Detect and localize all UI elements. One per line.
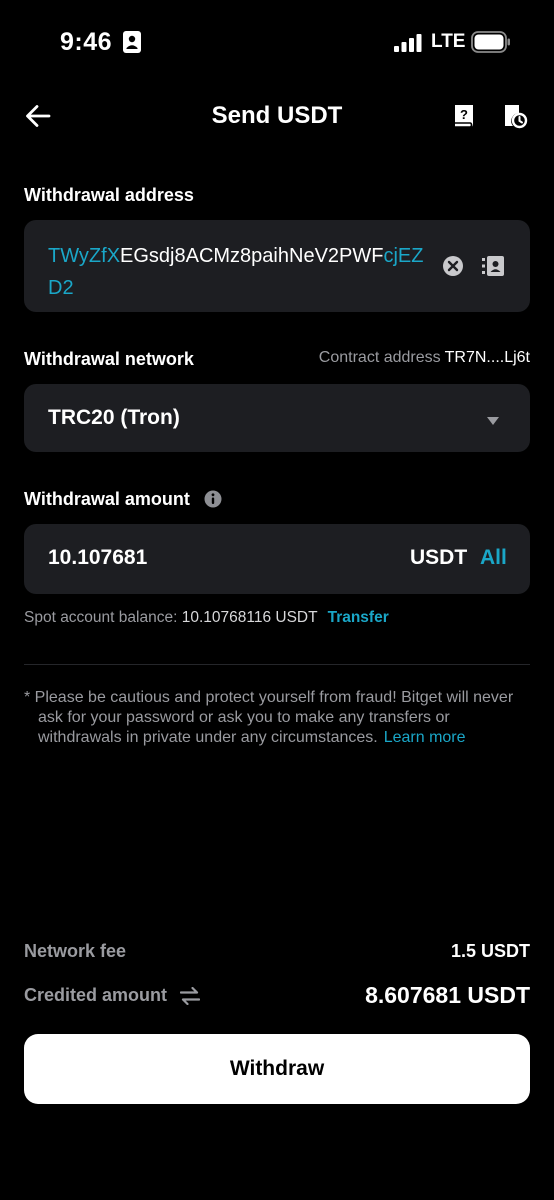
svg-text:?: ? <box>460 107 468 122</box>
battery-icon <box>471 31 511 58</box>
header: Send USDT ? <box>0 96 554 138</box>
network-fee-value: 1.5 USDT <box>450 941 530 961</box>
swap-icon[interactable] <box>179 986 201 1010</box>
withdrawal-network-label: Withdrawal network <box>24 349 194 369</box>
status-bar: 9:46 LTE <box>0 26 554 60</box>
status-time: 9:46 <box>60 28 113 56</box>
selected-network: TRC20 (Tron) <box>48 406 180 429</box>
clear-icon[interactable] <box>442 255 464 282</box>
id-card-icon <box>123 31 141 58</box>
transfer-link[interactable]: Transfer <box>328 609 389 626</box>
address-book-icon[interactable] <box>482 256 504 281</box>
send-usdt-screen: 9:46 LTE Send USDT ? Withdrawal address … <box>0 0 554 1200</box>
amount-input[interactable]: 10.107681 <box>48 546 147 570</box>
balance-label: Spot account balance: <box>24 609 178 626</box>
withdrawal-amount-label: Withdrawal amount <box>24 489 190 509</box>
signal-icon <box>394 34 422 57</box>
info-icon[interactable] <box>204 490 222 513</box>
contract-address-label: Contract address <box>318 349 441 366</box>
address-value[interactable]: TWyZfXEGsdj8ACMz8paihNeV2PWFcjEZD2 <box>48 240 428 304</box>
learn-more-link[interactable]: Learn more <box>384 729 466 746</box>
amount-unit: USDT <box>410 546 468 569</box>
network-selector[interactable]: TRC20 (Tron) <box>24 384 530 452</box>
history-icon[interactable] <box>502 103 528 134</box>
divider <box>24 664 530 665</box>
contract-address: Contract address TR7N....Lj6t <box>319 349 530 367</box>
withdrawal-address-label: Withdrawal address <box>24 185 194 205</box>
credited-amount-label: Credited amount <box>24 985 168 1005</box>
credited-amount-value: 8.607681 USDT <box>365 982 530 1008</box>
withdraw-button[interactable]: Withdraw <box>24 1034 530 1104</box>
spot-balance: Spot account balance: 10.10768116 USDT Tr… <box>24 609 389 627</box>
help-icon[interactable]: ? <box>452 103 476 134</box>
fraud-notice: * Please be cautious and protect yoursel… <box>24 688 516 748</box>
amount-field[interactable]: 10.107681 USDT All <box>24 524 530 594</box>
network-type: LTE <box>431 31 466 52</box>
withdrawal-address-field[interactable]: TWyZfXEGsdj8ACMz8paihNeV2PWFcjEZD2 <box>24 220 530 312</box>
caret-down-icon <box>486 413 500 431</box>
address-prefix: TWyZfX <box>48 245 121 267</box>
contract-address-value[interactable]: TR7N....Lj6t <box>445 349 530 366</box>
network-fee-label: Network fee <box>24 941 127 961</box>
address-middle: EGsdj8ACMz8paihNeV2PWF <box>120 245 384 267</box>
balance-value: 10.10768116 USDT <box>181 609 318 626</box>
all-button[interactable]: All <box>480 546 507 570</box>
